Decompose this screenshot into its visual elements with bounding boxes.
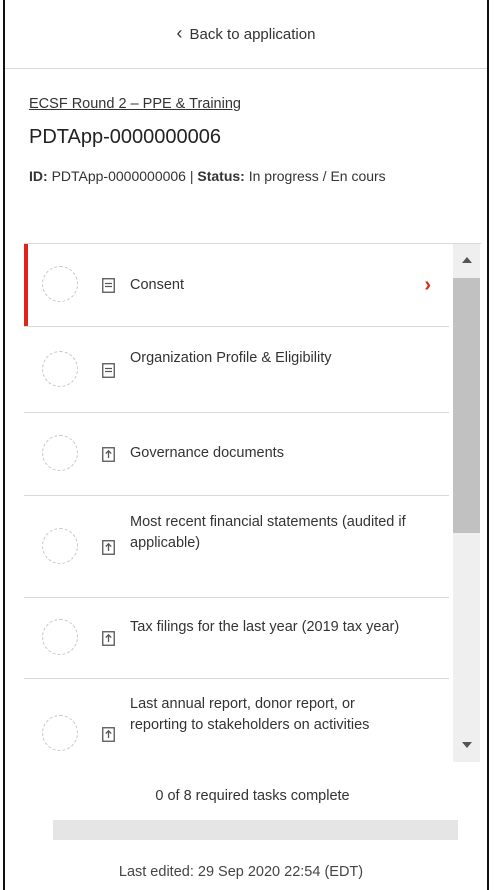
scrollbar-thumb[interactable] [453,278,480,533]
task-status-circle [42,714,78,751]
back-label: Back to application [189,25,316,43]
program-link[interactable]: ECSF Round 2 – PPE & Training [29,96,241,112]
chevron-right-icon: › [424,274,431,296]
application-header: ECSF Round 2 – PPE & Training PDTApp-000… [5,69,487,245]
progress-summary: 0 of 8 required tasks complete [155,788,350,804]
scroll-down-arrow-icon[interactable] [462,742,472,748]
document-icon [102,278,115,293]
upload-icon [102,726,115,742]
status-value: In progress / En cours [248,168,386,184]
page-title: PDTApp-0000000006 [29,126,221,148]
progress-bar [53,820,458,840]
id-value: PDTApp-0000000006 [51,168,186,184]
upload-icon [102,631,115,646]
upload-icon [102,447,115,462]
task-label: Tax filings for the last year (2019 tax … [130,619,400,635]
task-item-organization-profile[interactable]: Organization Profile & Eligibility [24,327,449,413]
task-list-container: Consent › Organization Profile & Eligibi… [24,243,481,762]
active-indicator [24,244,28,326]
task-status-circle [42,619,78,655]
task-item-financial-statements[interactable]: Most recent financial statements (audite… [24,496,449,598]
id-label: ID: [29,168,48,184]
task-label: Consent [130,277,185,293]
meta-separator: | [189,168,194,184]
last-edited-timestamp: Last edited: 29 Sep 2020 22:54 (EDT) [118,864,364,880]
task-status-circle [42,266,78,302]
task-list[interactable]: Consent › Organization Profile & Eligibi… [24,244,449,762]
task-item-annual-report[interactable]: Last annual report, donor report, or rep… [24,679,449,762]
task-status-circle [42,350,78,387]
upload-icon [102,539,115,555]
task-item-consent[interactable]: Consent › [24,244,449,327]
application-meta: ID: PDTApp-0000000006 | Status: In progr… [29,165,463,187]
task-status-circle [42,435,78,471]
task-label: Organization Profile & Eligibility [130,350,332,366]
task-item-governance-documents[interactable]: Governance documents [24,413,449,496]
task-item-tax-filings[interactable]: Tax filings for the last year (2019 tax … [24,598,449,679]
task-label: Last annual report, donor report, or rep… [130,696,370,733]
chevron-left-icon: ‹ [176,23,183,43]
task-list-scrollbar[interactable] [453,244,480,762]
scroll-up-arrow-icon[interactable] [462,257,472,263]
task-status-circle [42,527,78,564]
document-icon [102,362,115,378]
status-label: Status: [197,168,245,184]
back-to-application-link[interactable]: ‹ Back to application [5,0,487,69]
task-label: Governance documents [130,445,284,461]
task-label: Most recent financial statements (audite… [130,514,406,551]
